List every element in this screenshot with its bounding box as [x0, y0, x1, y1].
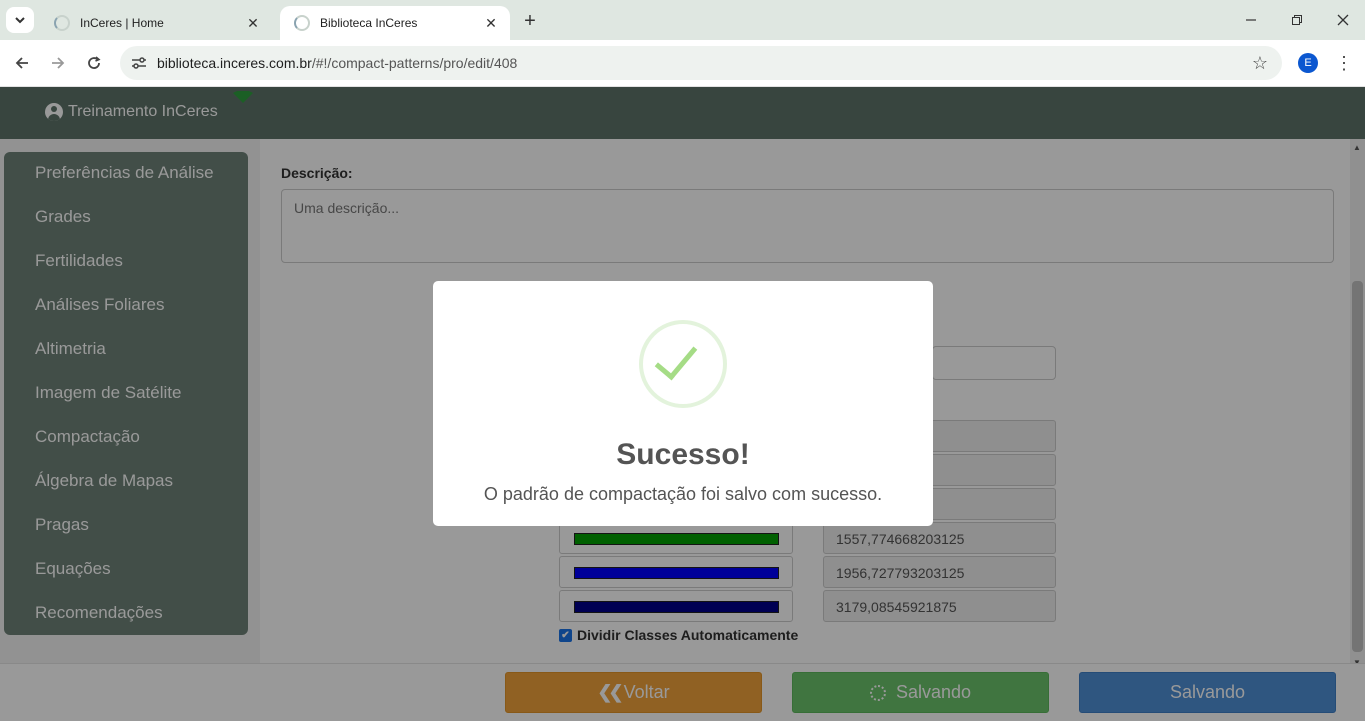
tab-title: InCeres | Home	[80, 16, 164, 30]
dialog-message: O padrão de compactação foi salvo com su…	[483, 484, 883, 504]
tab-title: Biblioteca InCeres	[320, 16, 418, 30]
arrow-right-icon	[52, 57, 65, 69]
browser-tab-home[interactable]: InCeres | Home ✕	[40, 6, 272, 40]
browser-toolbar: biblioteca.inceres.com.br/#!/compact-pat…	[0, 40, 1365, 87]
browser-tab-biblioteca[interactable]: Biblioteca InCeres ✕	[280, 6, 510, 40]
reload-button[interactable]	[82, 51, 106, 75]
close-window-button[interactable]	[1331, 8, 1355, 32]
success-dialog: Sucesso! O padrão de compactação foi sal…	[433, 281, 933, 526]
address-bar[interactable]: biblioteca.inceres.com.br/#!/compact-pat…	[120, 46, 1282, 80]
arrow-left-icon	[15, 57, 28, 69]
new-tab-button[interactable]: +	[518, 9, 542, 33]
success-check-icon	[639, 320, 727, 408]
close-icon[interactable]: ✕	[482, 14, 500, 32]
url-host: biblioteca.inceres.com.br	[157, 55, 312, 71]
forward-nav-button[interactable]	[46, 51, 70, 75]
back-nav-button[interactable]	[10, 51, 34, 75]
loading-icon	[54, 15, 70, 31]
restore-icon	[1292, 15, 1302, 25]
site-settings-icon[interactable]	[130, 54, 148, 72]
bookmark-star-icon[interactable]: ☆	[1252, 53, 1268, 74]
profile-avatar[interactable]: E	[1298, 53, 1318, 73]
browser-menu-icon[interactable]: ⋮	[1334, 51, 1354, 75]
restore-button[interactable]	[1285, 8, 1309, 32]
url-text: biblioteca.inceres.com.br/#!/compact-pat…	[157, 55, 517, 71]
minimize-icon	[1246, 19, 1256, 21]
close-icon[interactable]: ✕	[244, 14, 262, 32]
tab-search-button[interactable]	[6, 7, 34, 33]
checkmark-icon	[654, 335, 698, 381]
chevron-down-icon	[15, 17, 25, 24]
minimize-button[interactable]	[1239, 8, 1263, 32]
reload-icon	[88, 56, 101, 69]
browser-tabstrip: InCeres | Home ✕ Biblioteca InCeres ✕ +	[0, 0, 1365, 40]
loading-icon	[294, 15, 310, 31]
dialog-title: Sucesso!	[616, 438, 750, 471]
close-icon	[1337, 14, 1349, 26]
url-path: /#!/compact-patterns/pro/edit/408	[311, 55, 518, 71]
